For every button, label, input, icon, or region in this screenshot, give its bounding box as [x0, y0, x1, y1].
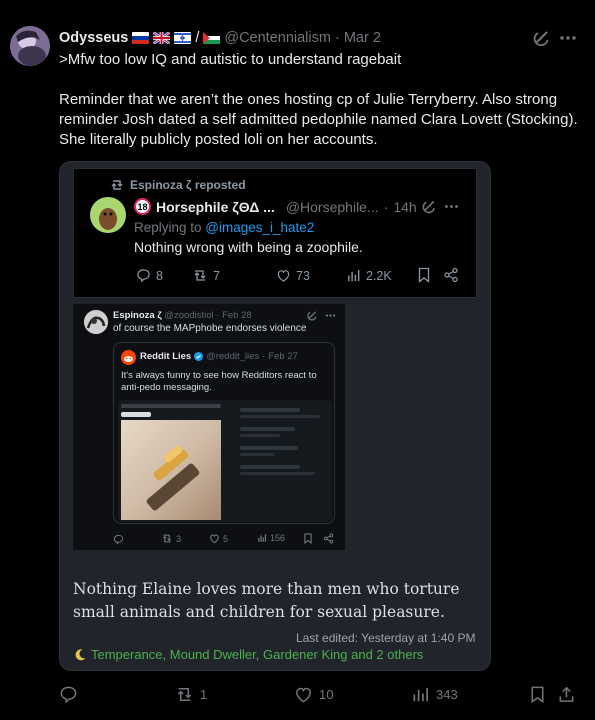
repost-icon [192, 268, 208, 283]
share-icon [557, 685, 576, 704]
espinoza-handle: @zoodistiol [164, 310, 214, 321]
replying-prefix: Replying to [134, 220, 206, 235]
reactions-row[interactable]: Temperance, Mound Dweller, Gardener King… [73, 647, 423, 662]
russia-flag-icon [132, 32, 150, 44]
reddit-lies-date: Feb 27 [268, 351, 298, 362]
espinoza-avatar [84, 310, 108, 334]
embedded-text: Nothing wrong with being a zoophile. [134, 239, 363, 255]
verified-icon [194, 352, 204, 361]
embedded-grok-icon [422, 199, 437, 214]
reddit-lies-separator: · [262, 351, 266, 362]
bookmark-icon [528, 685, 547, 704]
views-button[interactable]: 343 [411, 680, 458, 708]
palestine-flag-icon [203, 32, 221, 44]
embedded-tweet-screenshot-2[interactable]: Espinoza ζ @zoodistiol · Feb 28 of cours… [73, 304, 345, 550]
espinoza-grok-icon [307, 310, 318, 321]
repost-icon [175, 685, 194, 704]
embedded-separator: · [383, 198, 389, 215]
reddit-lies-text: It's always funny to see how Redditors r… [121, 370, 317, 393]
share-button[interactable] [557, 680, 576, 708]
embedded-handle: @Horsephile... [285, 198, 379, 215]
embedded-tweet-screenshot-1[interactable]: Espinoza ζ reposted 18 Horsephile ζΘΔ ..… [73, 168, 477, 298]
grok-icon[interactable] [533, 29, 551, 47]
reply-icon [59, 685, 78, 704]
espinoza-views-icon [257, 533, 267, 543]
espinoza-text: of course the MAPphobe endorses violence [113, 323, 307, 334]
display-name[interactable]: Odysseus [59, 30, 128, 46]
reply-icon [136, 268, 151, 283]
views-count: 343 [436, 686, 458, 702]
tweet-text-line-2: Reminder that we aren’t the ones hosting… [59, 91, 578, 148]
espinoza-like-count: 5 [223, 533, 229, 544]
reddit-photo [121, 420, 221, 520]
espinoza-like-icon [209, 533, 220, 544]
espinoza-repost-icon [161, 533, 173, 544]
tweet-text: >Mfw too low IQ and autistic to understa… [59, 50, 584, 150]
like-icon [276, 268, 291, 283]
reply-button[interactable] [59, 680, 84, 708]
bookmark-icon [417, 267, 431, 283]
last-edited: Last edited: Yesterday at 1:40 PM [296, 631, 476, 645]
crescent-moon-icon [73, 648, 87, 662]
tweet-text-line-1: >Mfw too low IQ and autistic to understa… [59, 51, 402, 68]
dot-separator: · [334, 30, 340, 46]
espinoza-more-icon [325, 310, 336, 321]
israel-flag-icon [174, 32, 192, 44]
like-count: 73 [296, 268, 310, 283]
age-restricted-badge: 18 [134, 198, 151, 215]
reddit-lies-name: Reddit Lies [140, 351, 192, 362]
uk-flag-icon [153, 32, 171, 44]
espinoza-date: Feb 28 [222, 310, 252, 321]
espinoza-share-icon [323, 533, 334, 544]
espinoza-reply-icon [113, 534, 124, 545]
reddit-lies-avatar [121, 350, 136, 365]
bookmark-button[interactable] [528, 680, 547, 708]
like-count: 10 [319, 686, 334, 702]
espinoza-name: Espinoza ζ [113, 310, 162, 321]
like-button[interactable]: 10 [294, 680, 333, 708]
views-icon [411, 685, 430, 704]
share-icon [443, 267, 459, 283]
post-date[interactable]: Mar 2 [344, 30, 381, 46]
handle[interactable]: @Centennialism [224, 30, 331, 46]
tweet-actions: 1 10 343 [59, 680, 589, 710]
card-caption: Nothing Elaine loves more than men who t… [73, 580, 460, 621]
repost-icon [110, 178, 124, 192]
espinoza-bookmark-icon [303, 533, 313, 544]
quoted-tweet: Reddit Lies @reddit_lies · Feb 27 It's a… [113, 342, 335, 524]
repost-count: 7 [213, 268, 220, 283]
embedded-time: 14h [393, 198, 417, 215]
views-icon [346, 268, 361, 283]
tweet-header: Odysseus / @Centennialism · Mar 2 [59, 29, 381, 47]
avatar[interactable] [10, 26, 50, 66]
espinoza-separator: · [216, 310, 220, 321]
repost-label: Espinoza ζ reposted [130, 178, 246, 192]
espinoza-views-count: 156 [270, 533, 286, 543]
flag-separator: / [195, 30, 200, 46]
repost-count: 1 [200, 686, 208, 702]
embedded-display-name: Horsephile ζΘΔ ... [156, 198, 275, 215]
reddit-screenshot [118, 400, 332, 522]
replying-handle: @images_i_hate2 [205, 220, 315, 235]
views-count: 2.2K [366, 268, 392, 283]
repost-button[interactable]: 1 [175, 680, 207, 708]
horsephile-avatar [90, 197, 126, 233]
reddit-lies-handle: @reddit_lies [206, 351, 260, 362]
reply-count: 8 [156, 268, 163, 283]
like-icon [294, 685, 313, 704]
reactions-text: Temperance, Mound Dweller, Gardener King… [91, 647, 424, 662]
espinoza-repost-count: 3 [176, 533, 182, 544]
embedded-more-icon [444, 199, 459, 214]
more-icon[interactable] [559, 29, 577, 47]
